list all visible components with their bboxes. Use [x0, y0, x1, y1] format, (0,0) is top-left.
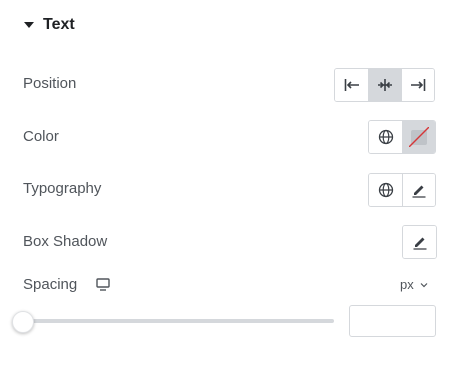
globe-icon	[378, 182, 393, 198]
section-title: Text	[43, 16, 75, 33]
box-shadow-button-group	[402, 225, 437, 259]
text-settings-panel: Text Position Color Typography Box Shado…	[0, 0, 455, 371]
spacing-slider-handle[interactable]	[12, 311, 34, 333]
position-button-group	[334, 68, 435, 102]
unit-value: px	[400, 277, 414, 292]
position-label: Position	[23, 75, 77, 92]
chevron-down-icon	[420, 282, 428, 287]
caret-down-icon	[24, 22, 34, 28]
section-header[interactable]: Text	[24, 14, 75, 36]
position-end-button[interactable]	[401, 69, 434, 101]
color-button-group	[368, 120, 436, 154]
global-color-button[interactable]	[369, 121, 402, 153]
pencil-icon	[412, 185, 426, 198]
spacing-slider-track[interactable]	[22, 319, 334, 323]
no-color-swatch-icon	[409, 127, 429, 147]
desktop-icon[interactable]	[96, 278, 110, 291]
position-start-button[interactable]	[335, 69, 368, 101]
unit-selector[interactable]: px	[400, 277, 428, 292]
edit-typography-button[interactable]	[402, 174, 435, 206]
align-end-icon	[411, 79, 426, 91]
spacing-input[interactable]	[349, 305, 436, 337]
typography-label: Typography	[23, 180, 102, 197]
color-label: Color	[23, 128, 59, 145]
typography-button-group	[368, 173, 436, 207]
pencil-icon	[413, 237, 426, 250]
spacing-label: Spacing	[23, 276, 78, 293]
position-center-button[interactable]	[368, 69, 401, 101]
globe-icon	[378, 129, 393, 145]
edit-box-shadow-button[interactable]	[403, 226, 436, 258]
global-typography-button[interactable]	[369, 174, 402, 206]
align-start-icon	[344, 79, 359, 91]
box-shadow-label: Box Shadow	[23, 233, 108, 250]
color-picker-button[interactable]	[402, 121, 435, 153]
align-center-icon	[378, 79, 392, 91]
